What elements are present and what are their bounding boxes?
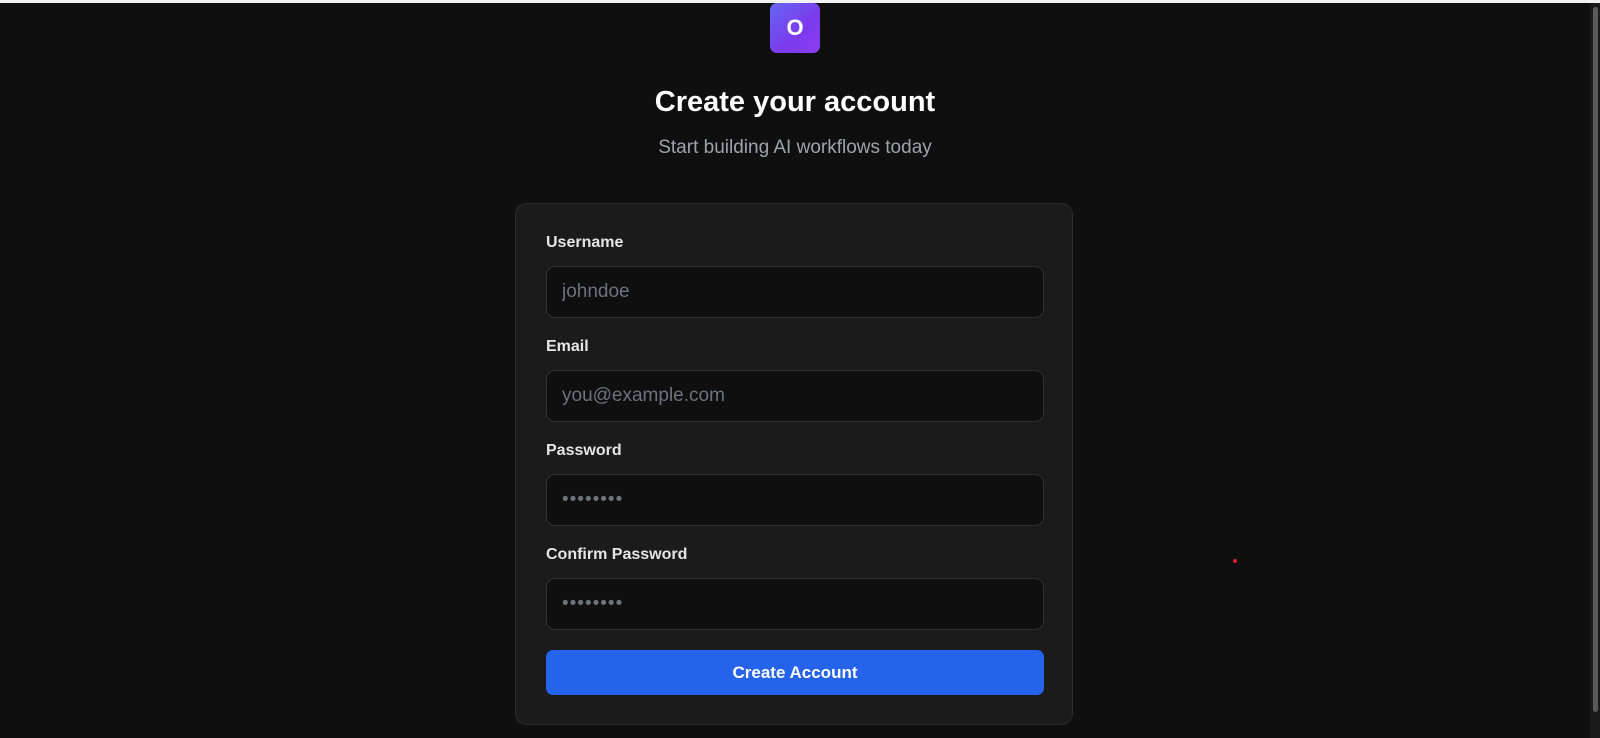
page-scrollbar[interactable] bbox=[1590, 3, 1600, 738]
email-input[interactable] bbox=[546, 370, 1044, 422]
username-label: Username bbox=[546, 234, 624, 251]
username-input[interactable] bbox=[546, 266, 1044, 318]
confirm-password-label: Confirm Password bbox=[546, 546, 688, 563]
page-title: Create your account bbox=[654, 86, 936, 118]
page-subtitle: Start building AI workflows today bbox=[658, 137, 932, 158]
email-label: Email bbox=[546, 338, 589, 355]
password-input[interactable] bbox=[546, 474, 1044, 526]
scrollbar-thumb[interactable] bbox=[1593, 7, 1598, 712]
logo-letter: O bbox=[786, 15, 804, 40]
cursor-dot bbox=[1233, 559, 1237, 563]
password-label: Password bbox=[546, 442, 622, 459]
create-account-button[interactable]: Create Account bbox=[546, 650, 1044, 695]
signup-form: Username Email Password Confirm Password… bbox=[515, 203, 1073, 725]
confirm-password-input[interactable] bbox=[546, 578, 1044, 630]
app-logo: O bbox=[770, 3, 820, 53]
